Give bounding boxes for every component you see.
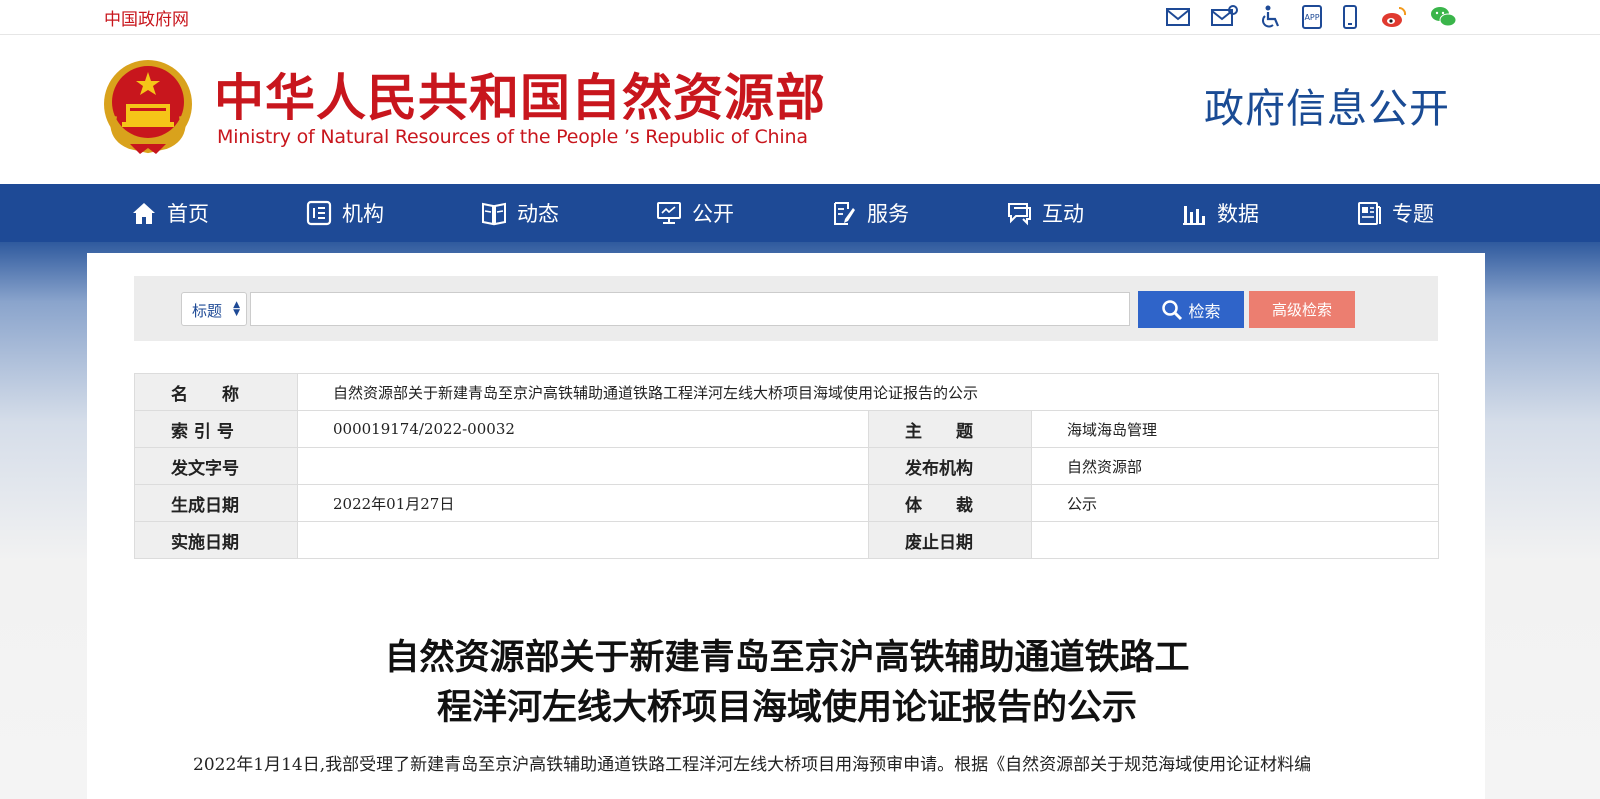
- nav-label: 机构: [342, 202, 384, 226]
- meta-label: 废止日期: [868, 521, 1032, 559]
- site-title: 中华人民共和国自然资源部: [214, 69, 826, 127]
- search-button-label: 检索: [1188, 301, 1221, 321]
- monitor-icon: [657, 202, 681, 224]
- wechat-icon[interactable]: [1430, 4, 1458, 30]
- nav-label: 互动: [1042, 202, 1084, 226]
- nav-item-public[interactable]: 公开: [656, 184, 734, 242]
- section-title: 政府信息公开: [1204, 86, 1450, 132]
- document-meta-table: 名 称 自然资源部关于新建青岛至京沪高铁辅助通道铁路工程洋河左线大桥项目海域使用…: [134, 373, 1439, 559]
- nav-item-home[interactable]: 首页: [131, 184, 209, 242]
- nav-item-topics[interactable]: 专题: [1356, 184, 1434, 242]
- top-bar: 中国政府网 APP: [0, 0, 1600, 35]
- meta-doc-no-value: [297, 447, 869, 485]
- site-subtitle: Ministry of Natural Resources of the Peo…: [217, 126, 808, 148]
- svg-text:APP: APP: [1304, 13, 1319, 22]
- nav-label: 动态: [517, 202, 559, 226]
- nav-item-service[interactable]: 服务: [831, 184, 909, 242]
- chat-icon: [1008, 203, 1031, 226]
- meta-topic-value: 海域海岛管理: [1031, 410, 1439, 448]
- meta-created-value: 2022年01月27日: [297, 484, 869, 522]
- meta-label: 实施日期: [134, 521, 298, 559]
- meta-publisher-value: 自然资源部: [1031, 447, 1439, 485]
- select-arrows-icon: ▲ ▼: [233, 300, 240, 318]
- news-icon: [482, 202, 506, 226]
- search-bar: 标题 ▲ ▼ 检索 高级检索: [134, 276, 1438, 341]
- nav-label: 公开: [692, 202, 734, 226]
- meta-label: 索 引 号: [134, 410, 298, 448]
- meta-name-value: 自然资源部关于新建青岛至京沪高铁辅助通道铁路工程洋河左线大桥项目海域使用论证报告…: [297, 373, 1439, 411]
- search-field-select[interactable]: 标题 ▲ ▼: [181, 292, 247, 326]
- table-row: 生成日期 2022年01月27日 体 裁 公示: [134, 484, 1439, 522]
- mail-icon[interactable]: [1164, 4, 1192, 30]
- nav-item-organization[interactable]: 机构: [306, 184, 384, 242]
- table-row: 名 称 自然资源部关于新建青岛至京沪高铁辅助通道铁路工程洋河左线大桥项目海域使用…: [134, 373, 1439, 411]
- meta-label: 名 称: [134, 373, 298, 411]
- national-emblem-logo: [100, 56, 196, 156]
- weibo-icon[interactable]: [1380, 4, 1408, 30]
- nav-item-interaction[interactable]: 互动: [1006, 184, 1084, 242]
- article-title: 自然资源部关于新建青岛至京沪高铁辅助通道铁路工 程洋河左线大桥项目海域使用论证报…: [262, 633, 1312, 733]
- advanced-search-button[interactable]: 高级检索: [1249, 291, 1355, 328]
- site-header: 中华人民共和国自然资源部 Ministry of Natural Resourc…: [0, 36, 1600, 184]
- nav-item-news[interactable]: 动态: [481, 184, 559, 242]
- topic-icon: [1358, 202, 1381, 225]
- meta-label: 发布机构: [868, 447, 1032, 485]
- article-title-line: 自然资源部关于新建青岛至京沪高铁辅助通道铁路工: [384, 638, 1190, 678]
- accessibility-icon[interactable]: [1256, 4, 1284, 30]
- meta-expire-value: [1031, 521, 1439, 559]
- article-title-line: 程洋河左线大桥项目海域使用论证报告的公示: [436, 688, 1137, 728]
- search-button[interactable]: 检索: [1138, 291, 1244, 328]
- table-row: 发文字号 发布机构 自然资源部: [134, 447, 1439, 485]
- nav-label: 专题: [1392, 202, 1434, 226]
- organization-icon: [306, 200, 332, 226]
- service-icon: [834, 202, 855, 225]
- table-row: 实施日期 废止日期: [134, 521, 1439, 559]
- nav-item-data[interactable]: 数据: [1181, 184, 1259, 242]
- main-nav: 首页 机构 动态 公开 服务 互动 数据 专题: [0, 184, 1600, 242]
- meta-label: 主 题: [868, 410, 1032, 448]
- mobile-icon[interactable]: [1336, 4, 1364, 30]
- meta-label: 体 裁: [868, 484, 1032, 522]
- meta-label: 生成日期: [134, 484, 298, 522]
- meta-effective-value: [297, 521, 869, 559]
- nav-label: 服务: [867, 202, 909, 226]
- home-icon: [133, 203, 155, 224]
- gov-portal-link[interactable]: 中国政府网: [104, 5, 189, 30]
- app-icon[interactable]: APP: [1298, 4, 1326, 30]
- meta-label: 发文字号: [134, 447, 298, 485]
- search-icon: [1162, 299, 1183, 320]
- meta-index-value: 000019174/2022-00032: [297, 410, 869, 448]
- chart-icon: [1183, 206, 1205, 225]
- table-row: 索 引 号 000019174/2022-00032 主 题 海域海岛管理: [134, 410, 1439, 448]
- article-body: 2022年1月14日,我部受理了新建青岛至京沪高铁辅助通道铁路工程洋河左线大桥项…: [193, 755, 1312, 775]
- search-input[interactable]: [250, 292, 1130, 326]
- meta-genre-value: 公示: [1031, 484, 1439, 522]
- mail-settings-icon[interactable]: [1210, 4, 1238, 30]
- nav-label: 首页: [167, 202, 209, 226]
- nav-label: 数据: [1217, 202, 1259, 226]
- content-panel: 标题 ▲ ▼ 检索 高级检索 名 称 自然资源部关于新建青岛至京沪高铁辅助通道铁路…: [87, 253, 1485, 799]
- search-field-value: 标题: [192, 302, 223, 320]
